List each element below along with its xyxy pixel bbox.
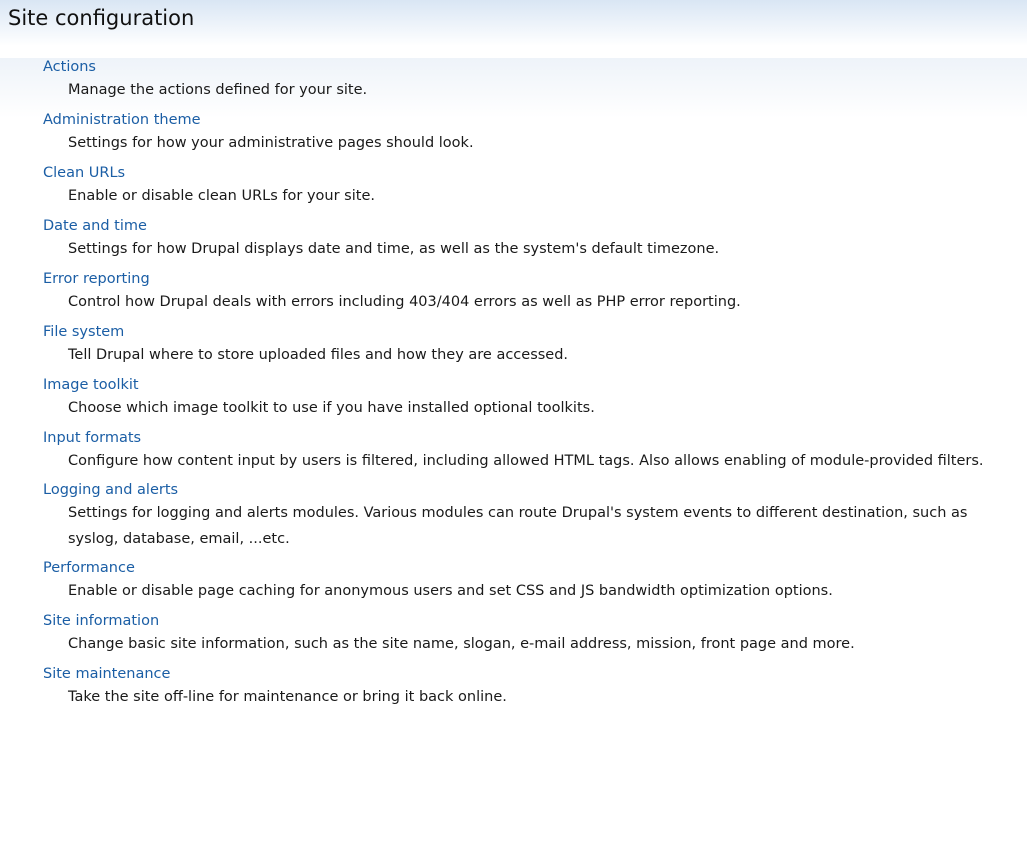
list-item-performance: Performance Enable or disable page cachi… xyxy=(0,559,1027,605)
list-item-site-information: Site information Change basic site infor… xyxy=(0,612,1027,658)
clean-urls-link[interactable]: Clean URLs xyxy=(43,164,1027,183)
list-item-logging-and-alerts: Logging and alerts Settings for logging … xyxy=(0,481,1027,552)
error-reporting-link[interactable]: Error reporting xyxy=(43,270,1027,289)
site-information-description: Change basic site information, such as t… xyxy=(68,636,855,652)
input-formats-link[interactable]: Input formats xyxy=(43,429,1027,448)
date-and-time-description: Settings for how Drupal displays date an… xyxy=(68,241,720,257)
actions-description: Manage the actions defined for your site… xyxy=(68,82,368,98)
list-item-actions: Actions Manage the actions defined for y… xyxy=(0,58,1027,104)
performance-link[interactable]: Performance xyxy=(43,559,1027,578)
panel-body: Actions Manage the actions defined for y… xyxy=(0,58,1027,718)
file-system-link[interactable]: File system xyxy=(43,323,1027,342)
performance-description: Enable or disable page caching for anony… xyxy=(68,583,833,599)
site-information-link[interactable]: Site information xyxy=(43,612,1027,631)
actions-link[interactable]: Actions xyxy=(43,58,1027,77)
list-item-site-maintenance: Site maintenance Take the site off-line … xyxy=(0,665,1027,711)
administration-theme-description: Settings for how your administrative pag… xyxy=(68,135,474,151)
list-item-date-and-time: Date and time Settings for how Drupal di… xyxy=(0,217,1027,263)
page-title: Site configuration xyxy=(8,6,195,30)
file-system-description: Tell Drupal where to store uploaded file… xyxy=(68,347,569,363)
site-configuration-panel: Site configuration Actions Manage the ac… xyxy=(0,0,1027,856)
panel-header: Site configuration xyxy=(0,0,1027,46)
administration-theme-link[interactable]: Administration theme xyxy=(43,111,1027,130)
list-item-input-formats: Input formats Configure how content inpu… xyxy=(0,429,1027,474)
image-toolkit-link[interactable]: Image toolkit xyxy=(43,376,1027,395)
site-maintenance-link[interactable]: Site maintenance xyxy=(43,665,1027,684)
list-item-file-system: File system Tell Drupal where to store u… xyxy=(0,323,1027,369)
list-item-administration-theme: Administration theme Settings for how yo… xyxy=(0,111,1027,157)
list-item-error-reporting: Error reporting Control how Drupal deals… xyxy=(0,270,1027,316)
site-maintenance-description: Take the site off-line for maintenance o… xyxy=(68,689,507,705)
list-item-image-toolkit: Image toolkit Choose which image toolkit… xyxy=(0,376,1027,422)
list-item-clean-urls: Clean URLs Enable or disable clean URLs … xyxy=(0,164,1027,210)
logging-and-alerts-description: Settings for logging and alerts modules.… xyxy=(68,505,968,547)
input-formats-description: Configure how content input by users is … xyxy=(68,453,984,469)
date-and-time-link[interactable]: Date and time xyxy=(43,217,1027,236)
image-toolkit-description: Choose which image toolkit to use if you… xyxy=(68,400,595,416)
clean-urls-description: Enable or disable clean URLs for your si… xyxy=(68,188,375,204)
config-list: Actions Manage the actions defined for y… xyxy=(0,58,1027,711)
error-reporting-description: Control how Drupal deals with errors inc… xyxy=(68,294,741,310)
logging-and-alerts-link[interactable]: Logging and alerts xyxy=(43,481,1027,500)
